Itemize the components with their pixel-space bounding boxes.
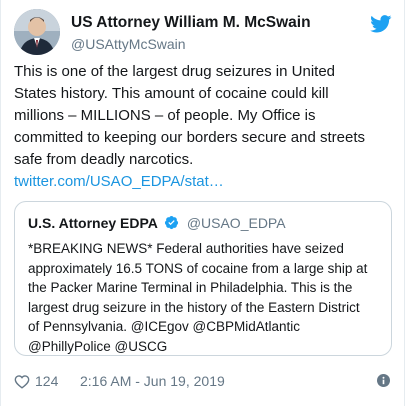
tweet-footer: 124 2:16 AM - Jun 19, 2019 <box>14 371 394 391</box>
tweet-link[interactable]: twitter.com/USAO_EDPA/stat… <box>14 171 224 193</box>
tweet-text-line: This is one of the largest drug seizures… <box>14 63 335 80</box>
quoted-text-line: largest drug seizure in the history of t… <box>28 299 360 315</box>
like-button[interactable]: 124 <box>14 371 58 391</box>
tweet-text-line: millions – MILLIONS – of people. My Offi… <box>14 107 316 124</box>
verified-badge-icon <box>165 216 179 230</box>
heart-icon <box>14 374 30 389</box>
quoted-tweet[interactable]: U.S. Attorney EDPA @USAO_EDPA *BREAKING … <box>14 201 392 356</box>
quoted-author-name[interactable]: U.S. Attorney EDPA <box>28 215 158 231</box>
quoted-tweet-header: U.S. Attorney EDPA @USAO_EDPA <box>28 214 286 232</box>
quoted-author-handle[interactable]: @USAO_EDPA <box>187 215 286 231</box>
twitter-bird-icon[interactable] <box>370 15 392 33</box>
like-count: 124 <box>35 373 59 389</box>
tweet-header: US Attorney William M. McSwain @USAttyMc… <box>14 9 394 57</box>
info-icon[interactable] <box>377 374 390 387</box>
tweet-timestamp[interactable]: 2:16 AM - Jun 19, 2019 <box>80 373 225 389</box>
author-handle[interactable]: @USAttyMcSwain <box>71 36 186 52</box>
quoted-text-line: @PhillyPolice @USCG <box>28 338 168 354</box>
tweet-text-line: safe from deadly narcotics. <box>14 151 194 168</box>
quoted-tweet-text: *BREAKING NEWS* Federal authorities have… <box>28 239 384 357</box>
avatar[interactable] <box>14 9 60 55</box>
quoted-text-line: *BREAKING NEWS* Federal authorities have… <box>28 241 344 256</box>
tweet-card: US Attorney William M. McSwain @USAttyMc… <box>0 0 405 406</box>
quoted-text-line: of Pennsylvania. @ICEgov @CBPMidAtlantic <box>28 319 301 335</box>
quoted-text-line: approximately 16.5 TONS of cocaine from … <box>28 260 368 276</box>
quoted-text-line: the Packer Marine Terminal in Philadelph… <box>28 280 353 296</box>
author-name[interactable]: US Attorney William M. McSwain <box>71 14 311 32</box>
tweet-text: This is one of the largest drug seizures… <box>14 61 394 171</box>
tweet-text-line: States history. This amount of cocaine c… <box>14 85 329 102</box>
tweet-text-line: committed to keeping our borders secure … <box>14 129 366 146</box>
